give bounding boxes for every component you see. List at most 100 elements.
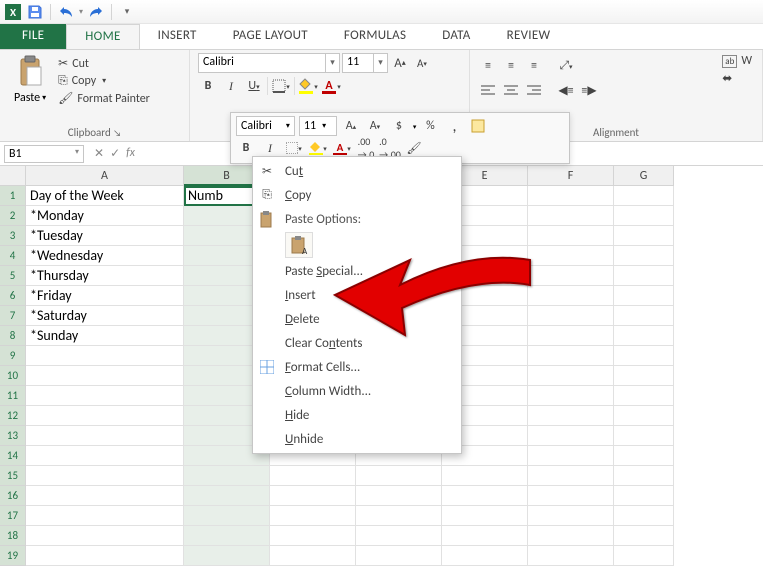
cell-A18[interactable] (26, 526, 184, 546)
cell-G5[interactable] (614, 266, 674, 286)
redo-icon[interactable] (87, 3, 105, 21)
cell-F16[interactable] (528, 486, 614, 506)
font-name-combo[interactable]: Calibri▾ (198, 53, 340, 73)
row-header-7[interactable]: 7 (0, 306, 26, 326)
cell-F13[interactable] (528, 426, 614, 446)
cell-G1[interactable] (614, 186, 674, 206)
cell-B19[interactable] (184, 546, 270, 566)
undo-dropdown[interactable]: ▾ (79, 7, 83, 17)
ctx-column-width[interactable]: Column Width... (253, 379, 461, 403)
cell-F14[interactable] (528, 446, 614, 466)
cell-A17[interactable] (26, 506, 184, 526)
cell-F10[interactable] (528, 366, 614, 386)
ctx-paste-special[interactable]: Paste Special... (253, 259, 461, 283)
cell-A14[interactable] (26, 446, 184, 466)
tab-insert[interactable]: INSERT (140, 24, 215, 49)
cell-A9[interactable] (26, 346, 184, 366)
cell-F19[interactable] (528, 546, 614, 566)
row-header-5[interactable]: 5 (0, 266, 26, 286)
cell-F5[interactable] (528, 266, 614, 286)
font-color-button[interactable]: A▾ (321, 76, 341, 96)
mini-shrink-font-icon[interactable]: A▾ (365, 116, 385, 136)
row-header-1[interactable]: 1 (0, 186, 26, 206)
fx-icon[interactable]: fx (126, 146, 135, 161)
cell-F4[interactable] (528, 246, 614, 266)
cell-E17[interactable] (442, 506, 528, 526)
tab-file[interactable]: FILE (0, 24, 66, 49)
row-header-16[interactable]: 16 (0, 486, 26, 506)
increase-font-icon[interactable]: A▴ (390, 53, 410, 73)
cell-G19[interactable] (614, 546, 674, 566)
cell-D19[interactable] (356, 546, 442, 566)
cell-G15[interactable] (614, 466, 674, 486)
cell-A13[interactable] (26, 426, 184, 446)
mini-font-color-icon[interactable]: A▾ (332, 138, 352, 158)
cell-D16[interactable] (356, 486, 442, 506)
tab-data[interactable]: DATA (424, 24, 488, 49)
save-icon[interactable] (26, 3, 44, 21)
align-center-icon[interactable] (501, 80, 521, 100)
mini-dec-decimal-icon[interactable]: .00→.0 (356, 138, 376, 158)
cell-F3[interactable] (528, 226, 614, 246)
wrap-text-button[interactable]: ab W (720, 53, 754, 69)
cell-B15[interactable] (184, 466, 270, 486)
font-size-combo[interactable]: 11▾ (342, 53, 388, 73)
cell-E16[interactable] (442, 486, 528, 506)
cell-A16[interactable] (26, 486, 184, 506)
cell-F17[interactable] (528, 506, 614, 526)
mini-painter-icon[interactable]: 🖌 (404, 138, 424, 158)
align-right-icon[interactable] (524, 80, 544, 100)
cell-B17[interactable] (184, 506, 270, 526)
tab-home[interactable]: HOME (66, 24, 139, 49)
mini-currency-icon[interactable]: $ (389, 116, 409, 136)
cell-G9[interactable] (614, 346, 674, 366)
underline-button[interactable]: U ▾ (244, 76, 264, 96)
row-header-8[interactable]: 8 (0, 326, 26, 346)
cell-F7[interactable] (528, 306, 614, 326)
cell-G13[interactable] (614, 426, 674, 446)
row-header-15[interactable]: 15 (0, 466, 26, 486)
select-all-corner[interactable] (0, 166, 26, 186)
cell-A5[interactable]: *Thursday (26, 266, 184, 286)
cell-B18[interactable] (184, 526, 270, 546)
tab-formulas[interactable]: FORMULAS (326, 24, 424, 49)
cell-G17[interactable] (614, 506, 674, 526)
align-middle-icon[interactable]: ≡ (501, 56, 521, 76)
undo-icon[interactable] (57, 3, 75, 21)
align-top-icon[interactable]: ≡ (478, 56, 498, 76)
cell-G3[interactable] (614, 226, 674, 246)
increase-indent-icon[interactable]: ≡▶ (579, 80, 599, 100)
cell-F1[interactable] (528, 186, 614, 206)
cell-C16[interactable] (270, 486, 356, 506)
cell-C18[interactable] (270, 526, 356, 546)
cell-C19[interactable] (270, 546, 356, 566)
ctx-insert[interactable]: Insert (253, 283, 461, 307)
copy-button[interactable]: ⎘Copy▾ (56, 73, 152, 89)
cell-F9[interactable] (528, 346, 614, 366)
cell-A2[interactable]: *Monday (26, 206, 184, 226)
cell-A6[interactable]: *Friday (26, 286, 184, 306)
cell-G4[interactable] (614, 246, 674, 266)
cell-A11[interactable] (26, 386, 184, 406)
tab-review[interactable]: REVIEW (489, 24, 569, 49)
align-left-icon[interactable] (478, 80, 498, 100)
cell-F18[interactable] (528, 526, 614, 546)
cell-A19[interactable] (26, 546, 184, 566)
decrease-indent-icon[interactable]: ◀≡ (556, 80, 576, 100)
paste-button[interactable]: Paste▾ (8, 53, 52, 124)
cell-B16[interactable] (184, 486, 270, 506)
mini-bold-icon[interactable]: B (236, 138, 256, 158)
ctx-unhide[interactable]: Unhide (253, 427, 461, 451)
format-painter-button[interactable]: 🖌Format Painter (56, 90, 152, 107)
cell-A15[interactable] (26, 466, 184, 486)
enter-icon[interactable]: ✓ (110, 146, 120, 161)
ctx-delete[interactable]: Delete (253, 307, 461, 331)
cell-A4[interactable]: *Wednesday (26, 246, 184, 266)
cell-D15[interactable] (356, 466, 442, 486)
row-header-14[interactable]: 14 (0, 446, 26, 466)
cell-A8[interactable]: *Sunday (26, 326, 184, 346)
cell-F15[interactable] (528, 466, 614, 486)
row-header-6[interactable]: 6 (0, 286, 26, 306)
cell-F11[interactable] (528, 386, 614, 406)
mini-comma-icon[interactable]: , (444, 116, 464, 136)
